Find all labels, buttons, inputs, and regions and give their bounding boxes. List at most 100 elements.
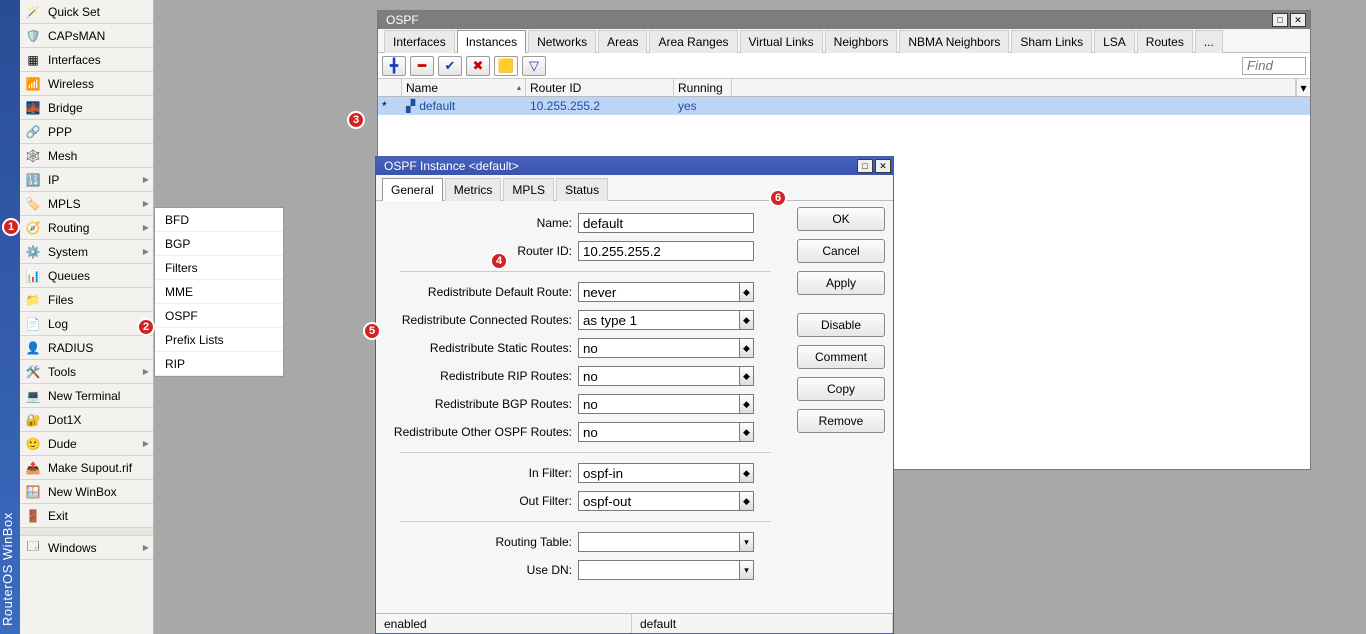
- sidebar-item-system[interactable]: ⚙️System▶: [20, 240, 153, 264]
- sidebar-item-windows[interactable]: 🗔Windows▶: [20, 536, 153, 560]
- tab-arearanges[interactable]: Area Ranges: [649, 30, 737, 53]
- dropdown-button[interactable]: ◆: [740, 366, 754, 386]
- tab-shamlinks[interactable]: Sham Links: [1011, 30, 1092, 53]
- submenu-label: Filters: [165, 261, 198, 275]
- dropdown-button[interactable]: ◆: [740, 422, 754, 442]
- tab-neighbors[interactable]: Neighbors: [825, 30, 898, 53]
- rd-default-input[interactable]: [578, 282, 740, 302]
- disable-button[interactable]: ✖: [466, 56, 490, 76]
- instance-titlebar[interactable]: OSPF Instance <default> □ ✕: [376, 157, 893, 175]
- submenu-rip[interactable]: RIP: [155, 352, 283, 376]
- rd-conn-input[interactable]: [578, 310, 740, 330]
- tab-instances[interactable]: Instances: [457, 30, 526, 53]
- sidebar-item-mesh[interactable]: 🕸️Mesh: [20, 144, 153, 168]
- ok-button[interactable]: OK: [797, 207, 885, 231]
- maximize-button[interactable]: □: [857, 159, 873, 173]
- usedn-input[interactable]: [578, 560, 740, 580]
- submenu-prefixlists[interactable]: Prefix Lists: [155, 328, 283, 352]
- dropdown-button[interactable]: ▾: [740, 532, 754, 552]
- infilter-input[interactable]: [578, 463, 740, 483]
- disable-button[interactable]: Disable: [797, 313, 885, 337]
- sidebar-item-files[interactable]: 📁Files: [20, 288, 153, 312]
- tab-areas[interactable]: Areas: [598, 30, 647, 53]
- routerid-input[interactable]: [578, 241, 754, 261]
- sidebar-item-wireless[interactable]: 📶Wireless: [20, 72, 153, 96]
- dropdown-button[interactable]: ◆: [740, 282, 754, 302]
- name-input[interactable]: [578, 213, 754, 233]
- sidebar-item-ip[interactable]: 🔢IP▶: [20, 168, 153, 192]
- filter-button[interactable]: ▽: [522, 56, 546, 76]
- submenu-mme[interactable]: MME: [155, 280, 283, 304]
- dropdown-button[interactable]: ▾: [740, 560, 754, 580]
- tab-more[interactable]: ...: [1195, 30, 1223, 53]
- rd-rip-input[interactable]: [578, 366, 740, 386]
- instance-tabs: General Metrics MPLS Status: [376, 175, 893, 201]
- tab-status[interactable]: Status: [556, 178, 608, 201]
- tab-lsa[interactable]: LSA: [1094, 30, 1135, 53]
- cancel-button[interactable]: Cancel: [797, 239, 885, 263]
- enable-button[interactable]: ✔: [438, 56, 462, 76]
- column-menu[interactable]: ▾: [1296, 79, 1310, 96]
- sidebar-item-queues[interactable]: 📊Queues: [20, 264, 153, 288]
- rd-other-input[interactable]: [578, 422, 740, 442]
- comment-button[interactable]: Comment: [797, 345, 885, 369]
- sb-label: Dot1X: [48, 413, 81, 427]
- tab-interfaces[interactable]: Interfaces: [384, 30, 455, 53]
- rd-static-input[interactable]: [578, 338, 740, 358]
- comment-button[interactable]: 🟨: [494, 56, 518, 76]
- sidebar-item-newwinbox[interactable]: 🪟New WinBox: [20, 480, 153, 504]
- separator: [400, 521, 771, 522]
- tab-nbma[interactable]: NBMA Neighbors: [899, 30, 1009, 53]
- sidebar-item-ppp[interactable]: 🔗PPP: [20, 120, 153, 144]
- close-button[interactable]: ✕: [1290, 13, 1306, 27]
- sidebar-item-terminal[interactable]: 💻New Terminal: [20, 384, 153, 408]
- sidebar-item-interfaces[interactable]: ▦Interfaces: [20, 48, 153, 72]
- routing-icon: 🧭: [24, 219, 42, 237]
- sidebar-item-radius[interactable]: 👤RADIUS: [20, 336, 153, 360]
- sidebar-item-capsman[interactable]: 🛡️CAPsMAN: [20, 24, 153, 48]
- tab-general[interactable]: General: [382, 178, 443, 201]
- copy-button[interactable]: Copy: [797, 377, 885, 401]
- submenu-ospf[interactable]: OSPF: [155, 304, 283, 328]
- remove-button[interactable]: Remove: [797, 409, 885, 433]
- sidebar-item-quickset[interactable]: 🪄Quick Set: [20, 0, 153, 24]
- rd-bgp-input[interactable]: [578, 394, 740, 414]
- find-input[interactable]: [1242, 57, 1306, 75]
- remove-button[interactable]: ━: [410, 56, 434, 76]
- sidebar-item-exit[interactable]: 🚪Exit: [20, 504, 153, 528]
- table-row[interactable]: * ▞default 10.255.255.2 yes: [378, 97, 1310, 115]
- submenu-bgp[interactable]: BGP: [155, 232, 283, 256]
- tab-mpls[interactable]: MPLS: [503, 178, 554, 201]
- outfilter-input[interactable]: [578, 491, 740, 511]
- dropdown-button[interactable]: ◆: [740, 463, 754, 483]
- maximize-button[interactable]: □: [1272, 13, 1288, 27]
- col-name[interactable]: Name▴: [402, 79, 526, 96]
- sidebar-item-mpls[interactable]: 🏷️MPLS▶: [20, 192, 153, 216]
- sidebar-item-routing[interactable]: 🧭Routing▶: [20, 216, 153, 240]
- gear-icon: ⚙️: [24, 243, 42, 261]
- submenu-filters[interactable]: Filters: [155, 256, 283, 280]
- sidebar-item-supout[interactable]: 📤Make Supout.rif: [20, 456, 153, 480]
- dropdown-button[interactable]: ◆: [740, 394, 754, 414]
- tab-networks[interactable]: Networks: [528, 30, 596, 53]
- col-routerid[interactable]: Router ID: [526, 79, 674, 96]
- sidebar-item-tools[interactable]: 🛠️Tools▶: [20, 360, 153, 384]
- dropdown-button[interactable]: ◆: [740, 491, 754, 511]
- col-running[interactable]: Running: [674, 79, 732, 96]
- dropdown-button[interactable]: ◆: [740, 310, 754, 330]
- tab-virtuallinks[interactable]: Virtual Links: [740, 30, 823, 53]
- tab-metrics[interactable]: Metrics: [445, 178, 502, 201]
- tab-routes[interactable]: Routes: [1137, 30, 1193, 53]
- dropdown-button[interactable]: ◆: [740, 338, 754, 358]
- sidebar-item-dude[interactable]: 🙂Dude▶: [20, 432, 153, 456]
- sidebar-item-bridge[interactable]: 🌉Bridge: [20, 96, 153, 120]
- ospf-titlebar[interactable]: OSPF □ ✕: [378, 11, 1310, 29]
- submenu-bfd[interactable]: BFD: [155, 208, 283, 232]
- rtable-input[interactable]: [578, 532, 740, 552]
- sidebar-item-dot1x[interactable]: 🔐Dot1X: [20, 408, 153, 432]
- sidebar-item-log[interactable]: 📄Log: [20, 312, 153, 336]
- apply-button[interactable]: Apply: [797, 271, 885, 295]
- close-button[interactable]: ✕: [875, 159, 891, 173]
- add-button[interactable]: ╋: [382, 56, 406, 76]
- col-flag[interactable]: [378, 79, 402, 96]
